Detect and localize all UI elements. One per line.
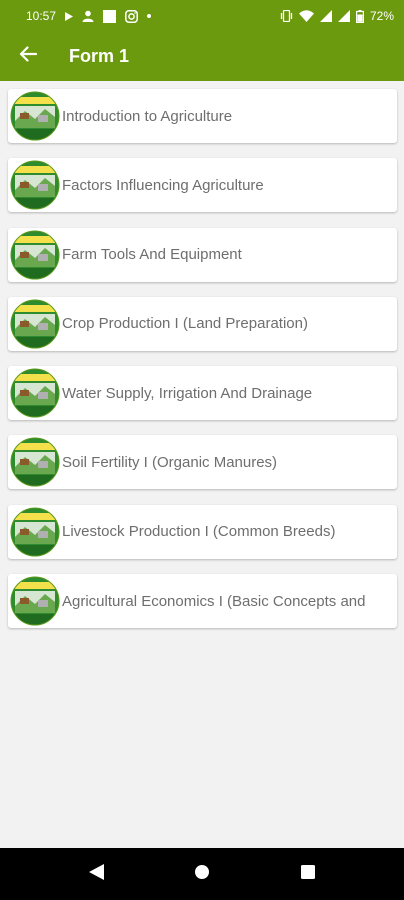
circle-home-icon <box>194 864 210 885</box>
nav-home-button[interactable] <box>182 854 222 894</box>
back-button[interactable] <box>0 32 56 81</box>
page-title: Form 1 <box>69 46 130 66</box>
battery-icon <box>355 9 364 23</box>
arrow-left-icon <box>19 46 38 67</box>
signal-icon <box>337 10 350 22</box>
triangle-back-icon <box>88 863 104 885</box>
dot-icon <box>147 14 152 18</box>
agriculture-book-icon <box>10 230 60 280</box>
person-icon <box>82 10 94 22</box>
topic-item[interactable]: Soil Fertility I (Organic Manures) <box>8 435 397 490</box>
agriculture-book-icon <box>10 299 60 349</box>
status-time: 10:57 <box>26 9 57 23</box>
topic-label: Soil Fertility I (Organic Manures) <box>62 453 278 471</box>
agriculture-book-icon <box>10 437 60 487</box>
instagram-icon <box>125 9 138 23</box>
topic-list: Introduction to Agriculture Factors Influ… <box>8 89 397 643</box>
topic-item[interactable]: Crop Production I (Land Preparation) <box>8 296 397 351</box>
play-icon <box>65 11 74 21</box>
app-bar: Form 1 <box>0 32 404 81</box>
topic-item[interactable]: Water Supply, Irrigation And Drainage <box>8 366 397 421</box>
topic-label: Water Supply, Irrigation And Drainage <box>62 384 313 402</box>
signal-icon <box>319 10 332 22</box>
vibrate-icon <box>280 10 293 22</box>
status-bar: 10:57 72% <box>0 0 404 32</box>
agriculture-book-icon <box>10 91 60 141</box>
topic-item[interactable]: Introduction to Agriculture <box>8 89 397 143</box>
agriculture-book-icon <box>10 507 60 557</box>
square-recents-icon <box>301 864 315 884</box>
square-icon <box>103 9 117 23</box>
topic-item[interactable]: Factors Influencing Agriculture <box>8 158 397 213</box>
topic-label: Livestock Production I (Common Breeds) <box>62 523 336 541</box>
nav-back-button[interactable] <box>76 854 116 894</box>
topic-label: Factors Influencing Agriculture <box>62 176 264 194</box>
topic-label: Agricultural Economics I (Basic Concepts… <box>62 592 366 610</box>
topic-label: Introduction to Agriculture <box>62 107 233 125</box>
topic-label: Crop Production I (Land Preparation) <box>62 315 308 333</box>
nav-recents-button[interactable] <box>288 854 328 894</box>
battery-level: 72% <box>369 9 394 23</box>
topic-item[interactable]: Livestock Production I (Common Breeds) <box>8 504 397 559</box>
system-nav-bar <box>0 848 404 900</box>
topic-item[interactable]: Farm Tools And Equipment <box>8 227 397 282</box>
topic-item[interactable]: Agricultural Economics I (Basic Concepts… <box>8 574 397 629</box>
wifi-icon <box>298 10 314 22</box>
agriculture-book-icon <box>10 160 60 210</box>
agriculture-book-icon <box>10 576 60 626</box>
topic-label: Farm Tools And Equipment <box>62 246 242 264</box>
agriculture-book-icon <box>10 368 60 418</box>
